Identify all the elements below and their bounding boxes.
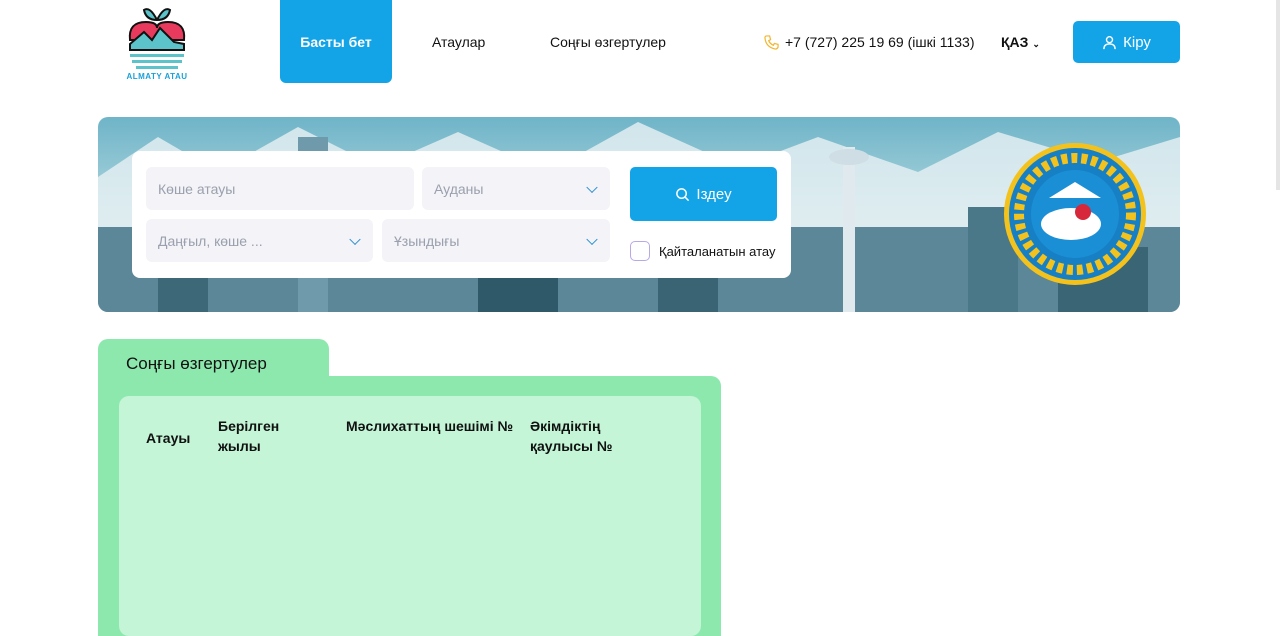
nav-home[interactable]: Басты бет [280,0,392,83]
column-header-year: Берілген жылы [218,418,280,454]
scrollbar[interactable] [1276,0,1280,190]
chevron-down-icon [586,233,598,245]
length-select[interactable]: Ұзындығы [382,219,610,262]
chevron-down-icon [586,181,598,193]
user-icon [1103,35,1116,49]
column-header-maslikhat-decision: Мәслихаттың шешімі № [346,418,514,434]
repeat-name-checkbox[interactable] [630,241,650,261]
length-label: Ұзындығы [394,232,460,249]
login-label: Кіру [1123,33,1151,51]
logo-text: ALMATY ATAU [126,72,188,81]
chevron-down-icon [349,233,361,245]
district-select[interactable]: Ауданы [422,167,610,210]
search-icon [676,187,690,201]
logo-apple-icon [128,8,186,69]
emblem-image [1014,153,1136,275]
phone-link[interactable]: +7 (727) 225 19 69 (ішкі 1133) [764,34,975,50]
phone-number: +7 (727) 225 19 69 (ішкі 1133) [785,34,975,50]
street-type-select[interactable]: Даңғыл, көше ... [146,219,373,262]
language-select[interactable]: ҚАЗ ⌄ [1001,34,1040,50]
login-button[interactable]: Кіру [1073,21,1180,63]
phone-icon [764,34,779,50]
repeat-name-label: Қайталанатын атау [659,244,776,259]
column-header-name: Атауы [146,430,191,446]
recent-changes-title: Соңғы өзгертулер [126,354,267,373]
column-header-akimat-resolution: Әкімдіктің қаулысы № [530,418,613,454]
chevron-down-icon: ⌄ [1032,39,1040,49]
district-label: Ауданы [434,180,484,197]
language-label: ҚАЗ [1001,34,1029,50]
search-button-label: Іздеу [696,185,732,203]
logo[interactable]: ALMATY ATAU [122,2,192,82]
street-name-input[interactable]: Көше атауы [146,167,414,210]
nav-recent-changes[interactable]: Соңғы өзгертулер [550,34,666,50]
almaty-emblem [1004,143,1146,285]
nav-names[interactable]: Атаулар [432,34,485,50]
search-button[interactable]: Іздеу [630,167,777,221]
street-type-label: Даңғыл, көше ... [158,232,263,249]
